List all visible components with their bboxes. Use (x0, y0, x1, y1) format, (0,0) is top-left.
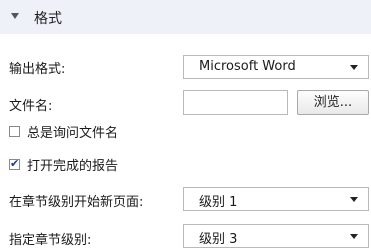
collapse-arrow-icon[interactable] (11, 13, 19, 19)
output-format-value: Microsoft Word (199, 59, 296, 74)
output-format-select[interactable]: Microsoft Word (183, 55, 369, 79)
chevron-down-icon[interactable] (350, 234, 358, 239)
browse-button[interactable]: 浏览... (297, 90, 369, 115)
chapter-level-value: 级别 3 (199, 232, 238, 247)
open-report-label: 打开完成的报告 (27, 159, 119, 174)
chapter-new-page-select[interactable]: 级别 1 (183, 187, 369, 211)
filename-label: 文件名: (9, 99, 53, 114)
chapter-level-select[interactable]: 级别 3 (183, 224, 369, 248)
section-title: 格式 (34, 11, 62, 27)
output-format-label: 输出格式: (9, 62, 66, 77)
chapter-new-page-value: 级别 1 (199, 195, 238, 210)
chevron-down-icon[interactable] (350, 65, 358, 70)
section-header-format[interactable]: 格式 (0, 0, 371, 34)
filename-input[interactable] (183, 90, 288, 115)
always-ask-checkbox[interactable] (9, 126, 20, 137)
checkmark-icon: ✔ (10, 157, 20, 170)
chapter-level-label: 指定章节级别: (9, 233, 92, 248)
chevron-down-icon[interactable] (350, 197, 358, 202)
open-report-checkbox[interactable]: ✔ (9, 157, 20, 170)
chapter-new-page-label: 在章节级别开始新页面: (9, 195, 144, 210)
always-ask-label: 总是询问文件名 (27, 126, 119, 141)
